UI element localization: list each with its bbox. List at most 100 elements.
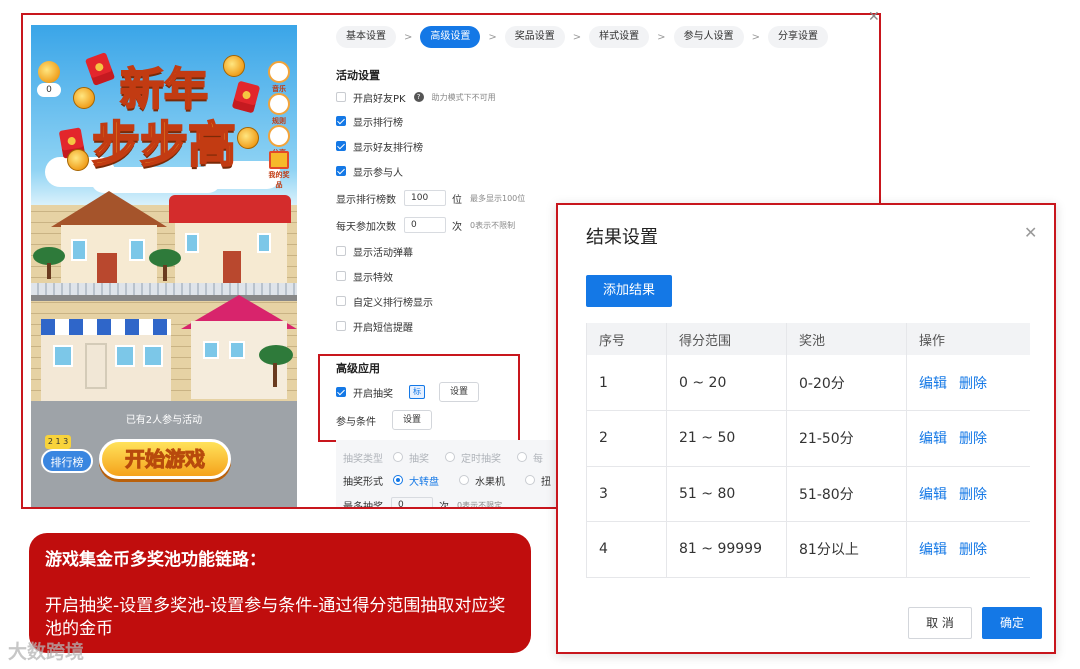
show-rank-checkbox[interactable] xyxy=(336,116,346,126)
tab-style-settings[interactable]: 样式设置 xyxy=(589,26,650,48)
edit-link[interactable]: 编辑 xyxy=(919,431,947,447)
music-button[interactable]: 音乐 xyxy=(267,61,291,94)
show-participants-checkbox[interactable] xyxy=(336,166,346,176)
friend-pk-checkbox[interactable] xyxy=(336,92,346,102)
my-prizes-button[interactable]: 我的奖品 xyxy=(267,151,291,190)
cancel-button[interactable]: 取 消 xyxy=(908,607,972,639)
show-effects-checkbox[interactable] xyxy=(336,271,346,281)
house-door xyxy=(223,251,241,287)
leaderboard-button[interactable]: 排行榜 xyxy=(41,449,93,473)
rules-icon xyxy=(268,93,290,115)
callout-title: 游戏集金币多奖池功能链路： xyxy=(45,550,266,570)
add-result-button[interactable]: 添加结果 xyxy=(586,275,672,307)
max-draw-input[interactable]: 0 xyxy=(391,497,433,507)
delete-link[interactable]: 删除 xyxy=(959,542,987,558)
step-separator: > xyxy=(751,31,760,43)
lottery-settings-button[interactable]: 设置 xyxy=(439,382,480,402)
row-actions: 编辑 删除 xyxy=(906,521,1030,578)
house-door xyxy=(97,253,117,287)
show-barrage-option[interactable]: 显示活动弹幕 xyxy=(336,243,413,259)
tab-prize-settings[interactable]: 奖品设置 xyxy=(504,26,565,48)
show-effects-option[interactable]: 显示特效 xyxy=(336,268,393,284)
tree-trunk xyxy=(163,265,167,281)
callout-body: 开启抽奖-设置多奖池-设置参与条件-通过得分范围抽取对应奖池的金币 xyxy=(45,596,506,639)
column-header: 得分范围 xyxy=(666,323,787,355)
draw-form-row: 抽奖形式 大转盘 水果机 扭 xyxy=(343,475,551,488)
custom-rank-checkbox[interactable] xyxy=(336,296,346,306)
result-table: 序号 得分范围 奖池 操作 1 0 ~ 20 0-20分 编辑 删除 2 21 ~… xyxy=(586,323,1030,578)
gift-icon xyxy=(269,151,289,169)
delete-link[interactable]: 删除 xyxy=(959,487,987,503)
show-rank-option[interactable]: 显示排行榜 xyxy=(336,113,403,129)
step-separator: > xyxy=(488,31,497,43)
friend-pk-option[interactable]: 开启好友PK ? 助力模式下不可用 xyxy=(336,89,496,105)
column-header: 序号 xyxy=(586,323,667,355)
daily-count-row: 每天参加次数 0 次 0表示不限制 xyxy=(336,217,515,233)
shop-window xyxy=(143,345,163,367)
table-row: 3 51 ~ 80 51-80分 编辑 删除 xyxy=(586,466,1030,522)
delete-link[interactable]: 删除 xyxy=(959,376,987,392)
help-icon[interactable]: ? xyxy=(413,92,424,102)
confirm-button[interactable]: 确定 xyxy=(982,607,1042,639)
draw-type-radio[interactable] xyxy=(445,452,455,462)
tab-basic-settings[interactable]: 基本设置 xyxy=(336,26,396,48)
coin-counter: 0 xyxy=(37,61,61,103)
custom-rank-option[interactable]: 自定义排行榜显示 xyxy=(336,293,433,309)
rank-count-row: 显示排行榜数 100 位 最多显示100位 xyxy=(336,190,525,206)
daily-count-input[interactable]: 0 xyxy=(404,217,446,233)
tab-share-settings[interactable]: 分享设置 xyxy=(767,26,828,48)
advanced-highlight-box: 高级应用 开启抽奖 标 设置 参与条件 设置 xyxy=(318,354,520,442)
row-number: 1 xyxy=(586,355,667,411)
participants-text: 已有2人参与活动 xyxy=(125,415,203,426)
rules-button[interactable]: 规则 xyxy=(267,93,291,126)
close-icon[interactable]: ✕ xyxy=(1024,223,1037,242)
edit-link[interactable]: 编辑 xyxy=(919,542,947,558)
dialog-title: 结果设置 xyxy=(586,227,658,248)
column-header: 奖池 xyxy=(786,323,907,355)
row-number: 2 xyxy=(586,410,667,467)
table-row: 4 81 ~ 99999 81分以上 编辑 删除 xyxy=(586,521,1030,578)
draw-type-radio[interactable] xyxy=(517,452,527,462)
house-window xyxy=(257,233,271,253)
house-roof xyxy=(51,191,167,227)
start-game-button[interactable]: 开始游戏 xyxy=(99,439,231,479)
tree-trunk xyxy=(273,363,277,387)
score-range: 21 ~ 50 xyxy=(666,410,787,467)
tree xyxy=(259,345,293,365)
edit-link[interactable]: 编辑 xyxy=(919,487,947,503)
result-settings-dialog: 结果设置 ✕ 添加结果 序号 得分范围 奖池 操作 1 0 ~ 20 0-20分… xyxy=(556,203,1056,654)
show-friend-rank-checkbox[interactable] xyxy=(336,141,346,151)
game-title: 新年 步步高 xyxy=(79,49,249,174)
shop-awning xyxy=(41,319,171,335)
rank-count-input[interactable]: 100 xyxy=(404,190,446,206)
tab-participant-settings[interactable]: 参与人设置 xyxy=(673,26,744,48)
close-icon[interactable]: ✕ xyxy=(868,9,880,25)
delete-link[interactable]: 删除 xyxy=(959,431,987,447)
lottery-option[interactable]: 开启抽奖 标 设置 xyxy=(336,382,480,402)
show-participants-option[interactable]: 显示参与人 xyxy=(336,163,403,179)
row-number: 4 xyxy=(586,521,667,578)
prize-pool: 21-50分 xyxy=(786,410,907,467)
draw-form-radio[interactable] xyxy=(459,475,469,485)
show-barrage-checkbox[interactable] xyxy=(336,246,346,256)
sms-remind-checkbox[interactable] xyxy=(336,321,346,331)
feature-callout: 游戏集金币多奖池功能链路： 开启抽奖-设置多奖池-设置参与条件-通过得分范围抽取… xyxy=(29,533,531,653)
share-icon xyxy=(268,125,290,147)
draw-type-row: 抽奖类型 抽奖 定时抽奖 每 xyxy=(343,452,543,465)
sms-remind-option[interactable]: 开启短信提醒 xyxy=(336,318,413,334)
watermark: 大数跨境 xyxy=(8,641,85,663)
draw-form-radio[interactable] xyxy=(393,475,403,485)
lottery-checkbox[interactable] xyxy=(336,387,346,397)
rank-badge: 2 1 3 xyxy=(45,435,71,449)
shop-window xyxy=(53,345,73,367)
draw-form-radio[interactable] xyxy=(525,475,535,485)
house-roof xyxy=(169,195,291,223)
edit-link[interactable]: 编辑 xyxy=(919,376,947,392)
music-icon xyxy=(268,61,290,83)
tab-advanced-settings[interactable]: 高级设置 xyxy=(420,26,481,48)
shop-window xyxy=(115,345,135,367)
condition-settings-button[interactable]: 设置 xyxy=(392,410,433,430)
show-friend-rank-option[interactable]: 显示好友排行榜 xyxy=(336,138,423,154)
coin-count: 0 xyxy=(37,83,61,97)
draw-type-radio[interactable] xyxy=(393,452,403,462)
